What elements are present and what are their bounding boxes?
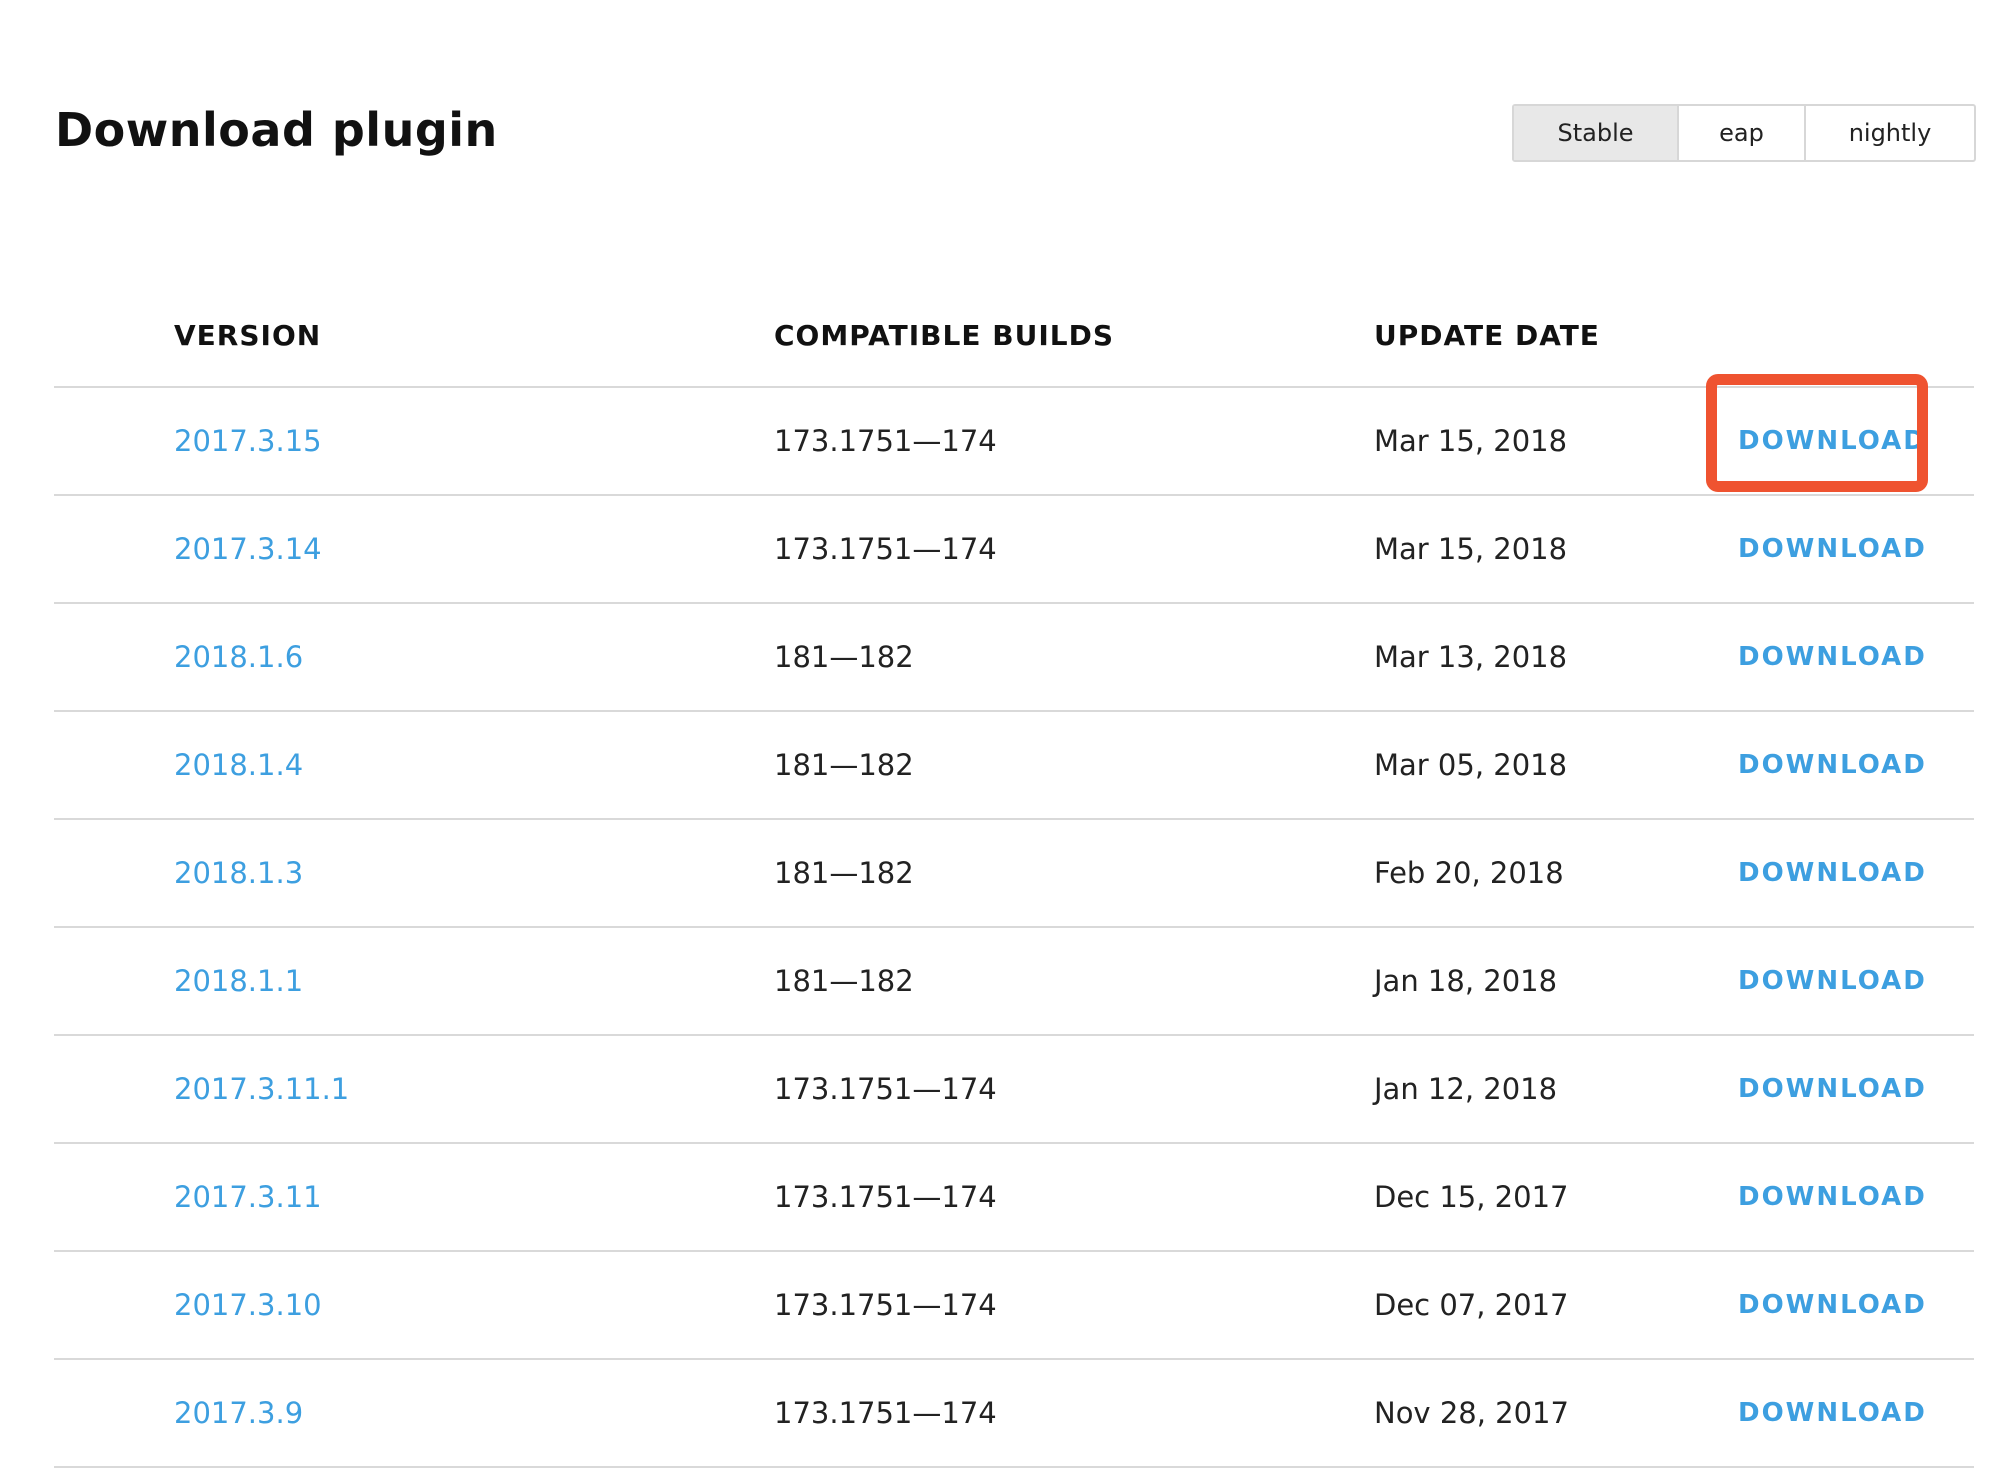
compatible-builds: 173.1751—174 — [774, 1396, 997, 1430]
version-link[interactable]: 2017.3.9 — [174, 1360, 303, 1466]
download-button[interactable]: DOWNLOAD — [1738, 928, 1927, 1034]
download-button[interactable]: DOWNLOAD — [1738, 1252, 1927, 1358]
update-date: Feb 20, 2018 — [1374, 856, 1564, 890]
compatible-builds: 173.1751—174 — [774, 424, 997, 458]
update-date: Mar 15, 2018 — [1374, 532, 1568, 566]
download-button[interactable]: DOWNLOAD — [1738, 604, 1927, 710]
download-button[interactable]: DOWNLOAD — [1738, 496, 1927, 602]
compatible-builds: 173.1751—174 — [774, 532, 997, 566]
table-row: 2018.1.1 181—182 Jan 18, 2018 DOWNLOAD — [54, 928, 1974, 1036]
table-row: 2018.1.4 181—182 Mar 05, 2018 DOWNLOAD — [54, 712, 1974, 820]
version-link[interactable]: 2017.3.15 — [174, 388, 322, 494]
compatible-builds: 181—182 — [774, 856, 914, 890]
version-link[interactable]: 2017.3.11 — [174, 1144, 322, 1250]
version-link[interactable]: 2018.1.3 — [174, 820, 303, 926]
header-version: VERSION — [174, 319, 322, 352]
table-row: 2017.3.14 173.1751—174 Mar 15, 2018 DOWN… — [54, 496, 1974, 604]
compatible-builds: 173.1751—174 — [774, 1072, 997, 1106]
version-link[interactable]: 2017.3.10 — [174, 1252, 322, 1358]
table-row: 2017.3.11.1 173.1751—174 Jan 12, 2018 DO… — [54, 1036, 1974, 1144]
table-row: 2017.3.10 173.1751—174 Dec 07, 2017 DOWN… — [54, 1252, 1974, 1360]
page-title: Download plugin — [55, 103, 498, 157]
compatible-builds: 181—182 — [774, 640, 914, 674]
download-button[interactable]: DOWNLOAD — [1738, 1144, 1927, 1250]
compatible-builds: 181—182 — [774, 964, 914, 998]
table-row: 2017.3.9 173.1751—174 Nov 28, 2017 DOWNL… — [54, 1360, 1974, 1468]
version-link[interactable]: 2017.3.14 — [174, 496, 322, 602]
compatible-builds: 173.1751—174 — [774, 1288, 997, 1322]
download-button[interactable]: DOWNLOAD — [1738, 712, 1927, 818]
version-link[interactable]: 2017.3.11.1 — [174, 1036, 349, 1142]
version-link[interactable]: 2018.1.6 — [174, 604, 303, 710]
download-button[interactable]: DOWNLOAD — [1738, 1036, 1927, 1142]
version-link[interactable]: 2018.1.4 — [174, 712, 303, 818]
update-date: Mar 05, 2018 — [1374, 748, 1568, 782]
channel-eap-button[interactable]: eap — [1677, 106, 1804, 160]
channel-nightly-button[interactable]: nightly — [1804, 106, 1974, 160]
update-date: Dec 07, 2017 — [1374, 1288, 1569, 1322]
update-date: Mar 15, 2018 — [1374, 424, 1568, 458]
table-row: 2017.3.15 173.1751—174 Mar 15, 2018 DOWN… — [54, 388, 1974, 496]
update-date: Jan 12, 2018 — [1374, 1072, 1558, 1106]
update-date: Jan 18, 2018 — [1374, 964, 1558, 998]
header-update-date: UPDATE DATE — [1374, 319, 1600, 352]
channel-stable-button[interactable]: Stable — [1514, 106, 1677, 160]
channel-toggle: Stable eap nightly — [1512, 104, 1976, 162]
compatible-builds: 173.1751—174 — [774, 1180, 997, 1214]
header-compatible-builds: COMPATIBLE BUILDS — [774, 319, 1114, 352]
download-button[interactable]: DOWNLOAD — [1738, 820, 1927, 926]
update-date: Mar 13, 2018 — [1374, 640, 1568, 674]
compatible-builds: 181—182 — [774, 748, 914, 782]
download-button[interactable]: DOWNLOAD — [1738, 388, 1927, 494]
download-button[interactable]: DOWNLOAD — [1738, 1360, 1927, 1466]
version-link[interactable]: 2018.1.1 — [174, 928, 303, 1034]
table-header: VERSION COMPATIBLE BUILDS UPDATE DATE — [54, 311, 1974, 388]
update-date: Dec 15, 2017 — [1374, 1180, 1569, 1214]
table-row: 2017.3.11 173.1751—174 Dec 15, 2017 DOWN… — [54, 1144, 1974, 1252]
update-date: Nov 28, 2017 — [1374, 1396, 1569, 1430]
table-row: 2018.1.3 181—182 Feb 20, 2018 DOWNLOAD — [54, 820, 1974, 928]
table-row: 2018.1.6 181—182 Mar 13, 2018 DOWNLOAD — [54, 604, 1974, 712]
